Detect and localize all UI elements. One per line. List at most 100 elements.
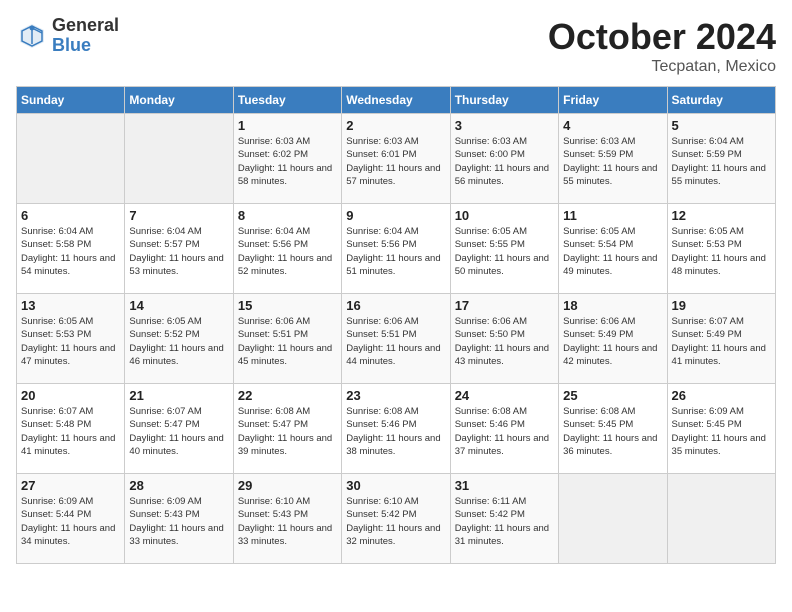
calendar-cell: 10 Sunrise: 6:05 AM Sunset: 5:55 PM Dayli…	[450, 204, 558, 294]
header-day: Wednesday	[342, 87, 450, 114]
calendar-cell	[17, 114, 125, 204]
header-day: Friday	[559, 87, 667, 114]
calendar-cell: 12 Sunrise: 6:05 AM Sunset: 5:53 PM Dayli…	[667, 204, 775, 294]
day-info: Sunrise: 6:05 AM Sunset: 5:55 PM Dayligh…	[455, 225, 554, 278]
calendar-cell: 22Sunrise: 6:08 AM Sunset: 5:47 PM Dayli…	[233, 384, 341, 474]
day-number: 1	[238, 118, 337, 133]
day-number: 6	[21, 208, 120, 223]
logo: General Blue	[16, 16, 119, 56]
day-number: 19	[672, 298, 771, 313]
calendar-week-row: 20 Sunrise: 6:07 AM Sunset: 5:48 PM Dayli…	[17, 384, 776, 474]
day-number: 18	[563, 298, 662, 313]
day-number: 26	[672, 388, 771, 403]
day-info: Sunrise: 6:05 AM Sunset: 5:53 PM Dayligh…	[672, 225, 771, 278]
header-day: Thursday	[450, 87, 558, 114]
day-info: Sunrise: 6:04 AM Sunset: 5:59 PM Dayligh…	[672, 135, 771, 188]
calendar-cell: 16 Sunrise: 6:06 AM Sunset: 5:51 PM Dayli…	[342, 294, 450, 384]
page-header: General Blue October 2024 Tecpatan, Mexi…	[16, 16, 776, 76]
location: Tecpatan, Mexico	[548, 58, 776, 76]
day-info: Sunrise: 6:11 AM Sunset: 5:42 PM Dayligh…	[455, 495, 554, 548]
day-number: 5	[672, 118, 771, 133]
day-number: 30	[346, 478, 445, 493]
logo-icon	[16, 20, 48, 52]
calendar-cell: 8 Sunrise: 6:04 AM Sunset: 5:56 PM Daylig…	[233, 204, 341, 294]
day-number: 7	[129, 208, 228, 223]
calendar-cell: 21 Sunrise: 6:07 AM Sunset: 5:47 PM Dayli…	[125, 384, 233, 474]
day-info: Sunrise: 6:04 AM Sunset: 5:56 PM Dayligh…	[238, 225, 337, 278]
day-info: Sunrise: 6:05 AM Sunset: 5:53 PM Dayligh…	[21, 315, 120, 368]
day-info: Sunrise: 6:08 AM Sunset: 5:46 PM Dayligh…	[346, 405, 445, 458]
calendar-cell: 18 Sunrise: 6:06 AM Sunset: 5:49 PM Dayli…	[559, 294, 667, 384]
day-info: Sunrise: 6:03 AM Sunset: 6:02 PM Dayligh…	[238, 135, 337, 188]
title-block: October 2024 Tecpatan, Mexico	[548, 16, 776, 76]
day-number: 12	[672, 208, 771, 223]
calendar-cell: 1 Sunrise: 6:03 AM Sunset: 6:02 PM Daylig…	[233, 114, 341, 204]
day-number: 11	[563, 208, 662, 223]
day-number: 16	[346, 298, 445, 313]
calendar-cell	[667, 474, 775, 564]
day-info: Sunrise: 6:04 AM Sunset: 5:58 PM Dayligh…	[21, 225, 120, 278]
header-day: Tuesday	[233, 87, 341, 114]
logo-general: General	[52, 16, 119, 36]
calendar-cell: 19 Sunrise: 6:07 AM Sunset: 5:49 PM Dayli…	[667, 294, 775, 384]
day-info: Sunrise: 6:07 AM Sunset: 5:47 PM Dayligh…	[129, 405, 228, 458]
day-number: 8	[238, 208, 337, 223]
calendar-cell: 3Sunrise: 6:03 AM Sunset: 6:00 PM Daylig…	[450, 114, 558, 204]
day-number: 4	[563, 118, 662, 133]
day-number: 20	[21, 388, 120, 403]
calendar-cell: 13 Sunrise: 6:05 AM Sunset: 5:53 PM Dayli…	[17, 294, 125, 384]
logo-blue: Blue	[52, 36, 119, 56]
calendar-cell: 28 Sunrise: 6:09 AM Sunset: 5:43 PM Dayli…	[125, 474, 233, 564]
calendar-cell: 29Sunrise: 6:10 AM Sunset: 5:43 PM Dayli…	[233, 474, 341, 564]
day-number: 21	[129, 388, 228, 403]
calendar-cell: 7Sunrise: 6:04 AM Sunset: 5:57 PM Daylig…	[125, 204, 233, 294]
month-title: October 2024	[548, 16, 776, 58]
day-info: Sunrise: 6:10 AM Sunset: 5:42 PM Dayligh…	[346, 495, 445, 548]
header-day: Sunday	[17, 87, 125, 114]
day-number: 31	[455, 478, 554, 493]
day-number: 17	[455, 298, 554, 313]
day-info: Sunrise: 6:03 AM Sunset: 5:59 PM Dayligh…	[563, 135, 662, 188]
day-info: Sunrise: 6:06 AM Sunset: 5:51 PM Dayligh…	[346, 315, 445, 368]
day-info: Sunrise: 6:06 AM Sunset: 5:49 PM Dayligh…	[563, 315, 662, 368]
day-info: Sunrise: 6:07 AM Sunset: 5:48 PM Dayligh…	[21, 405, 120, 458]
calendar-cell	[559, 474, 667, 564]
calendar-cell: 15Sunrise: 6:06 AM Sunset: 5:51 PM Dayli…	[233, 294, 341, 384]
day-info: Sunrise: 6:06 AM Sunset: 5:50 PM Dayligh…	[455, 315, 554, 368]
day-number: 22	[238, 388, 337, 403]
calendar-cell: 17 Sunrise: 6:06 AM Sunset: 5:50 PM Dayli…	[450, 294, 558, 384]
day-number: 29	[238, 478, 337, 493]
day-number: 10	[455, 208, 554, 223]
calendar-cell: 9Sunrise: 6:04 AM Sunset: 5:56 PM Daylig…	[342, 204, 450, 294]
header-row: SundayMondayTuesdayWednesdayThursdayFrid…	[17, 87, 776, 114]
calendar-cell: 24 Sunrise: 6:08 AM Sunset: 5:46 PM Dayli…	[450, 384, 558, 474]
day-info: Sunrise: 6:07 AM Sunset: 5:49 PM Dayligh…	[672, 315, 771, 368]
calendar-cell	[125, 114, 233, 204]
day-number: 9	[346, 208, 445, 223]
day-info: Sunrise: 6:08 AM Sunset: 5:46 PM Dayligh…	[455, 405, 554, 458]
calendar-cell: 11 Sunrise: 6:05 AM Sunset: 5:54 PM Dayli…	[559, 204, 667, 294]
day-info: Sunrise: 6:06 AM Sunset: 5:51 PM Dayligh…	[238, 315, 337, 368]
day-info: Sunrise: 6:09 AM Sunset: 5:44 PM Dayligh…	[21, 495, 120, 548]
calendar-cell: 2Sunrise: 6:03 AM Sunset: 6:01 PM Daylig…	[342, 114, 450, 204]
calendar-cell: 4 Sunrise: 6:03 AM Sunset: 5:59 PM Daylig…	[559, 114, 667, 204]
day-number: 13	[21, 298, 120, 313]
calendar-table: SundayMondayTuesdayWednesdayThursdayFrid…	[16, 86, 776, 564]
day-number: 23	[346, 388, 445, 403]
calendar-cell: 23 Sunrise: 6:08 AM Sunset: 5:46 PM Dayli…	[342, 384, 450, 474]
header-day: Saturday	[667, 87, 775, 114]
day-info: Sunrise: 6:08 AM Sunset: 5:45 PM Dayligh…	[563, 405, 662, 458]
day-number: 14	[129, 298, 228, 313]
logo-text: General Blue	[52, 16, 119, 56]
day-number: 28	[129, 478, 228, 493]
day-info: Sunrise: 6:05 AM Sunset: 5:52 PM Dayligh…	[129, 315, 228, 368]
day-info: Sunrise: 6:09 AM Sunset: 5:45 PM Dayligh…	[672, 405, 771, 458]
day-info: Sunrise: 6:09 AM Sunset: 5:43 PM Dayligh…	[129, 495, 228, 548]
day-info: Sunrise: 6:05 AM Sunset: 5:54 PM Dayligh…	[563, 225, 662, 278]
calendar-cell: 31 Sunrise: 6:11 AM Sunset: 5:42 PM Dayli…	[450, 474, 558, 564]
header-day: Monday	[125, 87, 233, 114]
calendar-week-row: 27Sunrise: 6:09 AM Sunset: 5:44 PM Dayli…	[17, 474, 776, 564]
day-number: 24	[455, 388, 554, 403]
day-number: 2	[346, 118, 445, 133]
calendar-cell: 20 Sunrise: 6:07 AM Sunset: 5:48 PM Dayli…	[17, 384, 125, 474]
